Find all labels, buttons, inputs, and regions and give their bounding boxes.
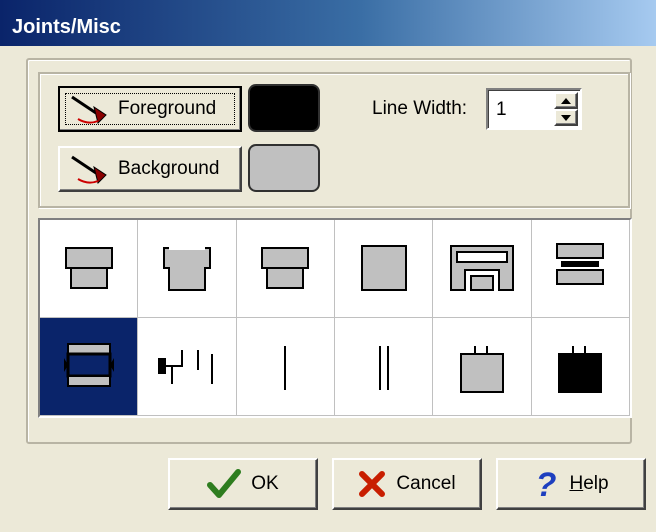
- symbol-cell[interactable]: [236, 220, 335, 318]
- step-line-symbol-icon: [157, 349, 213, 384]
- square-joint-icon: [360, 244, 407, 291]
- symbol-cell[interactable]: [138, 220, 237, 318]
- help-button[interactable]: ? Help: [496, 458, 646, 510]
- symbol-cell[interactable]: [138, 318, 237, 416]
- symbol-grid: [38, 218, 632, 418]
- svg-text:?: ?: [536, 467, 557, 501]
- symbol-cell[interactable]: [531, 220, 630, 318]
- background-color-swatch[interactable]: [248, 144, 320, 192]
- help-label: Help: [569, 473, 608, 495]
- help-label-rest: elp: [583, 473, 609, 494]
- help-accelerator: H: [569, 473, 584, 494]
- symbol-cell[interactable]: [335, 220, 434, 318]
- question-icon: ?: [536, 467, 557, 501]
- symbol-cell[interactable]: [40, 220, 139, 318]
- checkmark-icon: [207, 469, 242, 498]
- ok-button[interactable]: OK: [168, 458, 318, 510]
- single-line-symbol-icon: [284, 345, 287, 390]
- x-icon: [359, 471, 386, 497]
- arrow-up-icon: [561, 97, 571, 104]
- line-width-spinner[interactable]: [486, 88, 582, 130]
- symbol-cell-selected[interactable]: [40, 318, 139, 416]
- brush-icon: [71, 95, 107, 124]
- brush-icon: [71, 155, 107, 184]
- spin-down-button[interactable]: [554, 109, 578, 126]
- gray-box-tabs-icon: [459, 345, 504, 393]
- interlock-joint-icon: [449, 244, 514, 291]
- background-button[interactable]: Background: [58, 146, 242, 192]
- stacked-bar-joint-icon: [556, 242, 605, 285]
- title-bar: Joints/Misc: [0, 0, 656, 46]
- foreground-label: Foreground: [118, 98, 217, 119]
- black-box-tabs-icon: [558, 345, 603, 393]
- foreground-button[interactable]: Foreground: [58, 86, 242, 132]
- symbol-cell[interactable]: [433, 318, 532, 416]
- double-line-symbol-icon: [378, 345, 389, 390]
- bracket-joint-icon: [63, 342, 114, 387]
- window-title: Joints/Misc: [12, 16, 121, 38]
- arrow-down-icon: [561, 114, 571, 121]
- cancel-button[interactable]: Cancel: [332, 458, 482, 510]
- ok-label: OK: [251, 473, 279, 494]
- symbol-cell[interactable]: [236, 318, 335, 416]
- foreground-color-swatch[interactable]: [248, 84, 320, 132]
- line-width-label: Line Width:: [372, 98, 468, 119]
- tapered-joint-icon: [162, 245, 211, 291]
- symbol-cell[interactable]: [335, 318, 434, 416]
- symbol-cell[interactable]: [531, 318, 630, 416]
- line-width-input[interactable]: [494, 98, 548, 122]
- top-cap-joint-icon: [261, 246, 310, 289]
- symbol-cell[interactable]: [433, 220, 532, 318]
- spin-up-button[interactable]: [554, 92, 578, 109]
- cancel-label: Cancel: [396, 473, 456, 494]
- background-label: Background: [118, 158, 220, 179]
- flared-top-joint-icon: [64, 246, 113, 289]
